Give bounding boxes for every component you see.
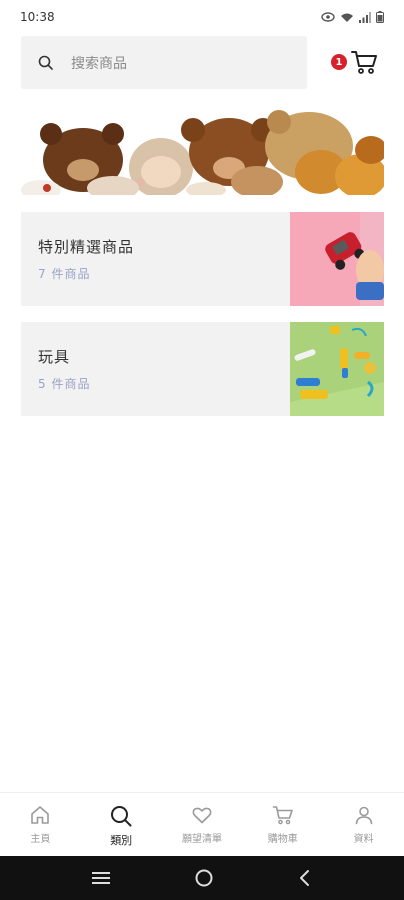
nav-home[interactable]: 主頁: [0, 793, 81, 856]
search-placeholder: 搜索商品: [71, 55, 127, 72]
status-icons: [321, 11, 384, 23]
recent-apps-icon[interactable]: [91, 870, 111, 886]
bottom-navigation: 主頁 類別 願望清單 購物車 資料: [0, 792, 404, 856]
back-icon[interactable]: [297, 869, 313, 887]
nav-wishlist[interactable]: 願望清單: [162, 793, 243, 856]
nav-cart[interactable]: 購物車: [242, 793, 323, 856]
category-count: 5 件商品: [38, 377, 91, 391]
nav-profile[interactable]: 資料: [323, 793, 404, 856]
nav-label: 願望清單: [181, 834, 222, 845]
eye-icon: [321, 12, 335, 22]
category-text: 玩具 5 件商品: [21, 322, 290, 416]
category-title: 玩具: [38, 348, 71, 366]
nav-label: 主頁: [30, 834, 51, 845]
search-icon: [38, 55, 53, 70]
nav-label: 類別: [110, 834, 133, 847]
category-card-toys[interactable]: 玩具 5 件商品: [21, 322, 384, 416]
search-icon: [111, 806, 132, 827]
cart-icon: [351, 51, 377, 74]
nav-categories[interactable]: 類別: [81, 793, 162, 856]
search-row: 搜索商品 1: [21, 36, 387, 89]
category-thumbnail: [290, 322, 384, 416]
category-count: 7 件商品: [38, 267, 91, 281]
cart-icon: [272, 806, 293, 825]
status-bar: 10:38: [0, 0, 404, 34]
nav-label: 資料: [353, 834, 374, 845]
promo-banner[interactable]: [21, 110, 384, 195]
heart-icon: [192, 807, 212, 824]
status-time: 10:38: [20, 10, 55, 24]
user-icon: [355, 806, 372, 825]
toy-car-image: [290, 212, 384, 306]
category-thumbnail: [290, 212, 384, 306]
system-navigation-bar: [0, 856, 404, 900]
cart-badge: 1: [331, 54, 347, 70]
toy-tools-image: [290, 322, 384, 416]
search-input[interactable]: 搜索商品: [21, 36, 307, 89]
teddy-bears-image: [21, 110, 384, 195]
cart-button[interactable]: 1: [331, 48, 383, 78]
home-button-icon[interactable]: [194, 868, 214, 888]
wifi-icon: [341, 13, 353, 22]
category-card-featured[interactable]: 特別精選商品 7 件商品: [21, 212, 384, 306]
category-text: 特別精選商品 7 件商品: [21, 212, 290, 306]
battery-icon: [376, 11, 384, 23]
category-title: 特別精選商品: [38, 238, 135, 256]
nav-label: 購物車: [267, 834, 298, 845]
signal-icon: [359, 11, 371, 23]
home-icon: [31, 806, 50, 824]
